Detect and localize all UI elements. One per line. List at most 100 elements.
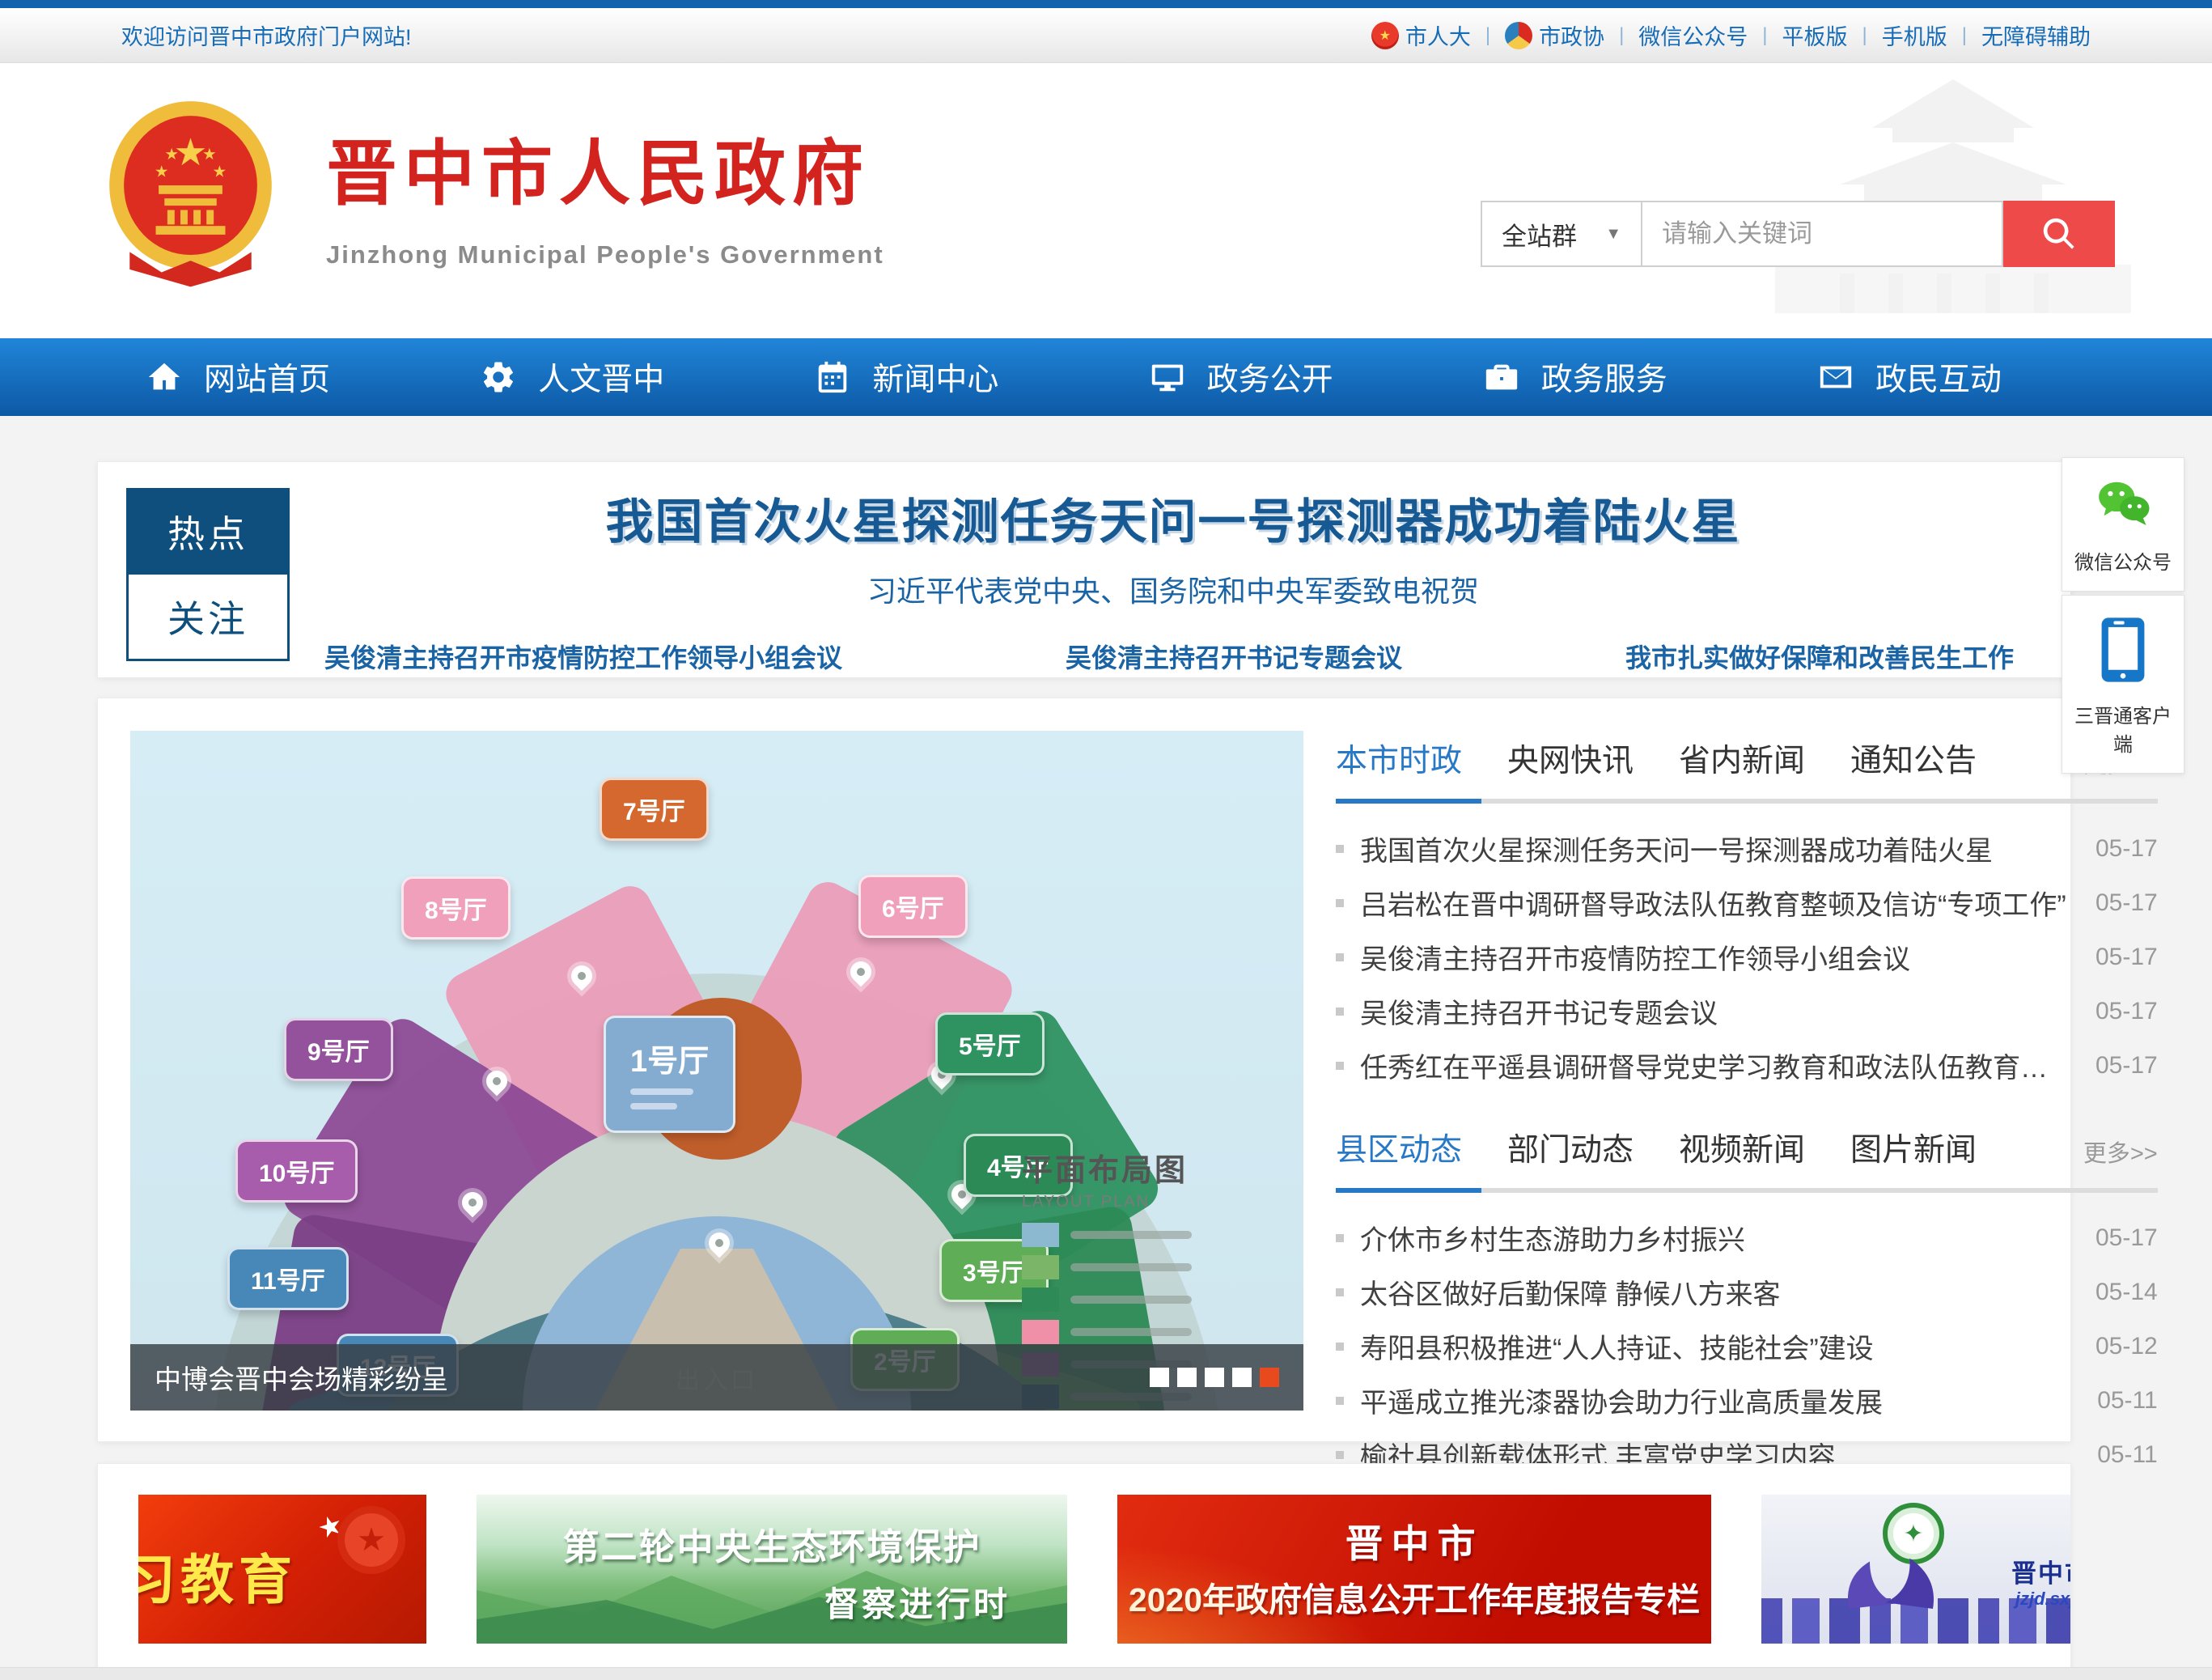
separator: | bbox=[1619, 24, 1624, 47]
news-link[interactable]: 寿阳县积极推进“人人持证、技能社会”建设 bbox=[1360, 1326, 2095, 1366]
news-date: 05-17 bbox=[2095, 944, 2158, 971]
news-link[interactable]: 吴俊清主持召开书记专题会议 bbox=[1360, 991, 2095, 1031]
hot-tag-box: 热点 关注 bbox=[126, 488, 290, 661]
national-emblem-icon: ★ ★ ★ ★ ★ bbox=[104, 95, 278, 290]
news-date: 05-11 bbox=[2097, 1441, 2158, 1469]
nav-gov-services[interactable]: 政务服务 bbox=[1483, 354, 1667, 400]
top-accent-line bbox=[0, 0, 2212, 8]
carousel-dot[interactable] bbox=[1150, 1368, 1169, 1387]
tab-underline bbox=[1336, 799, 2158, 804]
banner-annual-report[interactable]: 晋中市 2020年政府信息公开工作年度报告专栏 bbox=[1117, 1495, 1711, 1644]
search-input[interactable] bbox=[1642, 201, 2003, 267]
headline-link[interactable]: 我国首次火星探测任务天问一号探测器成功着陆火星 bbox=[605, 483, 1740, 552]
nav-news-center[interactable]: 新闻中心 bbox=[814, 354, 998, 400]
news-link[interactable]: 吴俊清主持召开市疫情防控工作领导小组会议 bbox=[1360, 937, 2095, 977]
banner-eco-inspection[interactable]: 第二轮中央生态环境保护 督察进行时 bbox=[477, 1495, 1067, 1644]
tab-central-news[interactable]: 央网快讯 bbox=[1507, 736, 1634, 781]
news-item: 吕岩松在晋中调研督导政法队伍教育整顿及信访“专项工作”05-17 bbox=[1336, 876, 2158, 930]
news-link[interactable]: 介休市乡村生态游助力乡村振兴 bbox=[1360, 1218, 2095, 1258]
news-item: 我国首次火星探测任务天问一号探测器成功着陆火星05-17 bbox=[1336, 821, 2158, 876]
tab-county-updates[interactable]: 县区动态 bbox=[1336, 1125, 1462, 1170]
news-link[interactable]: 吕岩松在晋中调研督导政法队伍教育整顿及信访“专项工作” bbox=[1360, 883, 2095, 923]
tab-underline bbox=[1336, 1188, 2158, 1193]
news-date: 05-17 bbox=[2095, 889, 2158, 917]
banner-strip: ★ ★ 习教育 第二轮中央生态环境保护 督察进行时 晋中市 2020年政府信息公… bbox=[97, 1463, 2071, 1674]
carousel-dot[interactable] bbox=[1205, 1368, 1224, 1387]
search-button[interactable] bbox=[2003, 201, 2115, 267]
news-link[interactable]: 平遥成立推光漆器协会助力行业高质量发展 bbox=[1360, 1381, 2097, 1420]
nav-gov-disclosure[interactable]: 政务公开 bbox=[1149, 354, 1333, 400]
news-date: 05-14 bbox=[2095, 1279, 2158, 1306]
carousel-dots bbox=[1150, 1368, 1279, 1387]
hot-link-3[interactable]: 我市扎实做好保障和改善民生工作 bbox=[1625, 638, 2014, 675]
subheadline-link[interactable]: 习近平代表党中央、国务院和中央军委致电祝贺 bbox=[324, 568, 2022, 610]
news-tabs-2: 县区动态 部门动态 视频新闻 图片新闻 更多>> bbox=[1336, 1125, 2158, 1170]
news-link[interactable]: 太谷区做好后勤保障 静候八方来客 bbox=[1360, 1272, 2095, 1312]
news-date: 05-17 bbox=[2095, 998, 2158, 1025]
news-date: 05-12 bbox=[2095, 1333, 2158, 1360]
legend-title: 平面布局图 bbox=[1022, 1145, 1289, 1190]
carousel-dot[interactable] bbox=[1177, 1368, 1197, 1387]
news-date: 05-17 bbox=[2095, 835, 2158, 863]
tab-notices[interactable]: 通知公告 bbox=[1850, 736, 1977, 781]
float-wechat[interactable]: 微信公众号 bbox=[2062, 457, 2184, 592]
news-group-city: 本市时政 央网快讯 省内新闻 通知公告 更多>> 我国首次火星探测任务天问一号探… bbox=[1336, 736, 2158, 1092]
tab-video-news[interactable]: 视频新闻 bbox=[1679, 1125, 1805, 1170]
news-item: 平遥成立推光漆器协会助力行业高质量发展05-11 bbox=[1336, 1373, 2158, 1428]
top-link-cppcc[interactable]: 市政协 bbox=[1505, 19, 1604, 51]
news-link[interactable]: 任秀红在平遥县调研督导党史学习教育和政法队伍教育整顿... bbox=[1360, 1046, 2095, 1085]
site-titles: 晋中市人民政府 Jinzhong Municipal People's Gove… bbox=[326, 117, 884, 269]
more-link[interactable]: 更多>> bbox=[2083, 1135, 2158, 1169]
news-link[interactable]: 我国首次火星探测任务天问一号探测器成功着陆火星 bbox=[1360, 829, 2095, 868]
monitor-icon bbox=[1149, 358, 1186, 396]
footer-strip bbox=[0, 1667, 2212, 1680]
legend-swatch bbox=[1022, 1320, 1059, 1344]
top-links: ★ 市人大 | 市政协 | 微信公众号 | 平板版 | 手机版 | 无障碍辅助 bbox=[1371, 19, 2091, 51]
banner-party-history-education[interactable]: ★ ★ 习教育 bbox=[138, 1495, 426, 1644]
hot-main: 我国首次火星探测任务天问一号探测器成功着陆火星 习近平代表党中央、国务院和中央军… bbox=[324, 462, 2070, 610]
legend-swatch bbox=[1022, 1288, 1059, 1312]
tab-photo-news[interactable]: 图片新闻 bbox=[1850, 1125, 1977, 1170]
top-link-tablet-version[interactable]: 平板版 bbox=[1782, 19, 1848, 51]
nav-culture[interactable]: 人文晋中 bbox=[480, 354, 664, 400]
top-link-accessibility[interactable]: 无障碍辅助 bbox=[1981, 19, 2091, 51]
tab-province-news[interactable]: 省内新闻 bbox=[1679, 736, 1805, 781]
banner-anti-drug[interactable]: ✦ 远 晋中市禁毒 jzjd.sxjz.gov.cn bbox=[1761, 1495, 2071, 1644]
news-date: 05-17 bbox=[2095, 1052, 2158, 1080]
hall-label-6: 6号厅 bbox=[858, 875, 968, 938]
svg-text:★: ★ bbox=[212, 163, 227, 180]
search-scope-select[interactable]: 全站群 ▼ bbox=[1481, 201, 1642, 267]
follow-tag: 关注 bbox=[126, 575, 290, 661]
svg-text:★: ★ bbox=[164, 146, 179, 163]
hot-link-1[interactable]: 吴俊清主持召开市疫情防控工作领导小组会议 bbox=[324, 638, 842, 675]
float-sidebar: 微信公众号 三晋通客户端 bbox=[2062, 457, 2184, 777]
top-link-npc[interactable]: ★ 市人大 bbox=[1371, 19, 1471, 51]
hot-link-2[interactable]: 吴俊清主持召开书记专题会议 bbox=[1066, 638, 1402, 675]
hot-links-row: 吴俊清主持召开市疫情防控工作领导小组会议 吴俊清主持召开书记专题会议 我市扎实做… bbox=[324, 638, 2014, 675]
news-date: 05-11 bbox=[2097, 1387, 2158, 1415]
legend-swatch bbox=[1022, 1223, 1059, 1247]
site-title: 晋中市人民政府 bbox=[326, 117, 884, 219]
site-logo[interactable]: ★ ★ ★ ★ ★ 晋中市人民政府 Jinzhong Municipal Peo… bbox=[104, 95, 884, 290]
carousel-dot-active[interactable] bbox=[1260, 1368, 1279, 1387]
tab-department-updates[interactable]: 部门动态 bbox=[1507, 1125, 1634, 1170]
hot-news-card: 热点 关注 我国首次火星探测任务天问一号探测器成功着陆火星 习近平代表党中央、国… bbox=[97, 461, 2071, 678]
cppcc-emblem-icon bbox=[1505, 22, 1532, 49]
news-list-1: 我国首次火星探测任务天问一号探测器成功着陆火星05-17 吕岩松在晋中调研督导政… bbox=[1336, 821, 2158, 1092]
top-link-mobile-version[interactable]: 手机版 bbox=[1882, 19, 1947, 51]
legend-swatch bbox=[1022, 1255, 1059, 1279]
nav-home[interactable]: 网站首页 bbox=[146, 354, 330, 400]
top-link-wechat[interactable]: 微信公众号 bbox=[1638, 19, 1748, 51]
top-bar: 欢迎访问晋中市政府门户网站! ★ 市人大 | 市政协 | 微信公众号 | 平板版… bbox=[0, 8, 2212, 63]
news-carousel[interactable]: 7号厅 8号厅 6号厅 9号厅 5号厅 10号厅 4号厅 11号厅 3号厅 12… bbox=[130, 731, 1303, 1411]
carousel-dot[interactable] bbox=[1232, 1368, 1252, 1387]
search-icon bbox=[2040, 215, 2078, 252]
float-sanjintong-app[interactable]: 三晋通客户端 bbox=[2062, 595, 2184, 774]
site-subtitle: Jinzhong Municipal People's Government bbox=[326, 240, 884, 269]
star-badge-icon: ★ bbox=[337, 1506, 405, 1574]
briefcase-icon bbox=[1483, 358, 1520, 396]
nav-interaction[interactable]: 政民互动 bbox=[1817, 354, 2002, 400]
tab-city-politics[interactable]: 本市时政 bbox=[1336, 736, 1462, 781]
main-nav: 网站首页 人文晋中 新闻中心 政务公开 政务服务 政民互动 bbox=[0, 338, 2212, 416]
chevron-down-icon: ▼ bbox=[1605, 225, 1621, 244]
